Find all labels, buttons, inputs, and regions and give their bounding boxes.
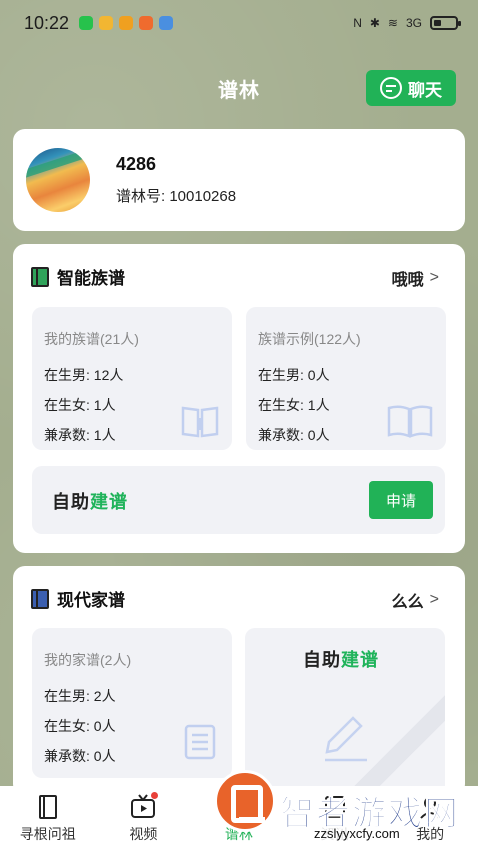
chevron-right-icon: > (429, 591, 439, 608)
book-icon (38, 795, 57, 819)
nav-item-roots[interactable]: 寻根问祖 (0, 786, 96, 850)
status-time: 10:22 (24, 12, 70, 33)
open-book-icon (387, 405, 433, 438)
my-genealogy-title: 我的族谱(21人) (44, 331, 139, 347)
family-self-build-green: 建谱 (341, 650, 379, 670)
self-build-label-dark: 自助 (52, 492, 90, 512)
watermark: 智者游戏网 zzslyyxcfy.com (210, 770, 478, 850)
app-icon (119, 16, 134, 30)
chat-icon (380, 77, 402, 99)
family-self-build-dark: 自助 (303, 650, 341, 670)
chat-button-label: 聊天 (408, 80, 442, 100)
watermark-logo (214, 770, 276, 832)
example-genealogy-box[interactable]: 族谱示例(122人) 在生男: 0人 在生女: 1人 兼承数: 0人 (246, 307, 446, 450)
notification-dot (151, 792, 159, 799)
chevron-right-icon: > (429, 269, 439, 286)
family-more-link[interactable]: 么么 > (392, 588, 439, 612)
app-icon (99, 16, 114, 30)
chat-button[interactable]: 聊天 (366, 70, 456, 106)
family-card: 现代家谱 么么 > 我的家谱(2人) 在生男: 2人 在生女: 0人 兼承数: … (13, 566, 465, 796)
self-build-label: 自助建谱 (52, 488, 128, 514)
example-genealogy-title: 族谱示例(122人) (258, 331, 361, 347)
apply-button[interactable]: 申请 (369, 481, 433, 519)
genealogy-more-label: 哦哦 (391, 272, 424, 289)
my-family-title: 我的家谱(2人) (44, 652, 132, 668)
battery-fill (434, 20, 441, 26)
family-self-build-label: 自助建谱 (303, 646, 379, 672)
profile-card[interactable]: 4286 谱林号: 10010268 (13, 129, 465, 231)
genealogy-more-link[interactable]: 哦哦 > (392, 266, 439, 290)
profile-id: 谱林号: 10010268 (116, 188, 237, 205)
family-title: 现代家谱 (57, 591, 125, 610)
app-icon (159, 16, 174, 30)
example-genealogy-male: 在生男: 0人 (258, 367, 330, 383)
app-icon (139, 16, 154, 30)
my-genealogy-male: 在生男: 12人 (44, 367, 124, 383)
book-icon (31, 266, 49, 287)
avatar[interactable] (26, 148, 90, 212)
nav-label-video: 视频 (129, 826, 158, 842)
battery-icon (430, 16, 461, 30)
nfc-icon: N (353, 16, 362, 30)
self-build-label-green: 建谱 (90, 492, 128, 512)
open-book-icon (181, 406, 219, 438)
document-icon (184, 724, 216, 760)
genealogy-card: 智能族谱 哦哦 > 我的族谱(21人) 在生男: 12人 在生女: 1人 兼承数… (13, 244, 465, 553)
family-more-label: 么么 (391, 594, 424, 611)
my-genealogy-box[interactable]: 我的族谱(21人) 在生男: 12人 在生女: 1人 兼承数: 1人 (32, 307, 232, 450)
profile-info: 4286 谱林号: 10010268 (116, 154, 236, 206)
genealogy-header: 智能族谱 (31, 264, 125, 289)
my-family-male: 在生男: 2人 (44, 688, 116, 704)
my-family-box[interactable]: 我的家谱(2人) 在生男: 2人 在生女: 0人 兼承数: 0人 (32, 628, 232, 778)
nav-label-roots: 寻根问祖 (19, 826, 76, 842)
notification-icons (79, 16, 174, 30)
signal-label: 3G (405, 16, 422, 30)
status-bar: 10:22 N ✱ ≋ 3G (0, 0, 478, 46)
wechat-icon (79, 16, 94, 30)
family-header: 现代家谱 (31, 586, 125, 611)
profile-name: 4286 (116, 154, 157, 174)
wifi-icon: ≋ (387, 16, 398, 30)
bluetooth-icon: ✱ (369, 16, 380, 30)
self-build-banner: 自助建谱 申请 (32, 466, 445, 534)
watermark-url: zzslyyxcfy.com (310, 826, 404, 841)
genealogy-title: 智能族谱 (57, 269, 125, 288)
nav-item-video[interactable]: 视频 (96, 786, 192, 850)
system-icons: N ✱ ≋ 3G (353, 16, 461, 30)
book-icon (31, 588, 49, 609)
